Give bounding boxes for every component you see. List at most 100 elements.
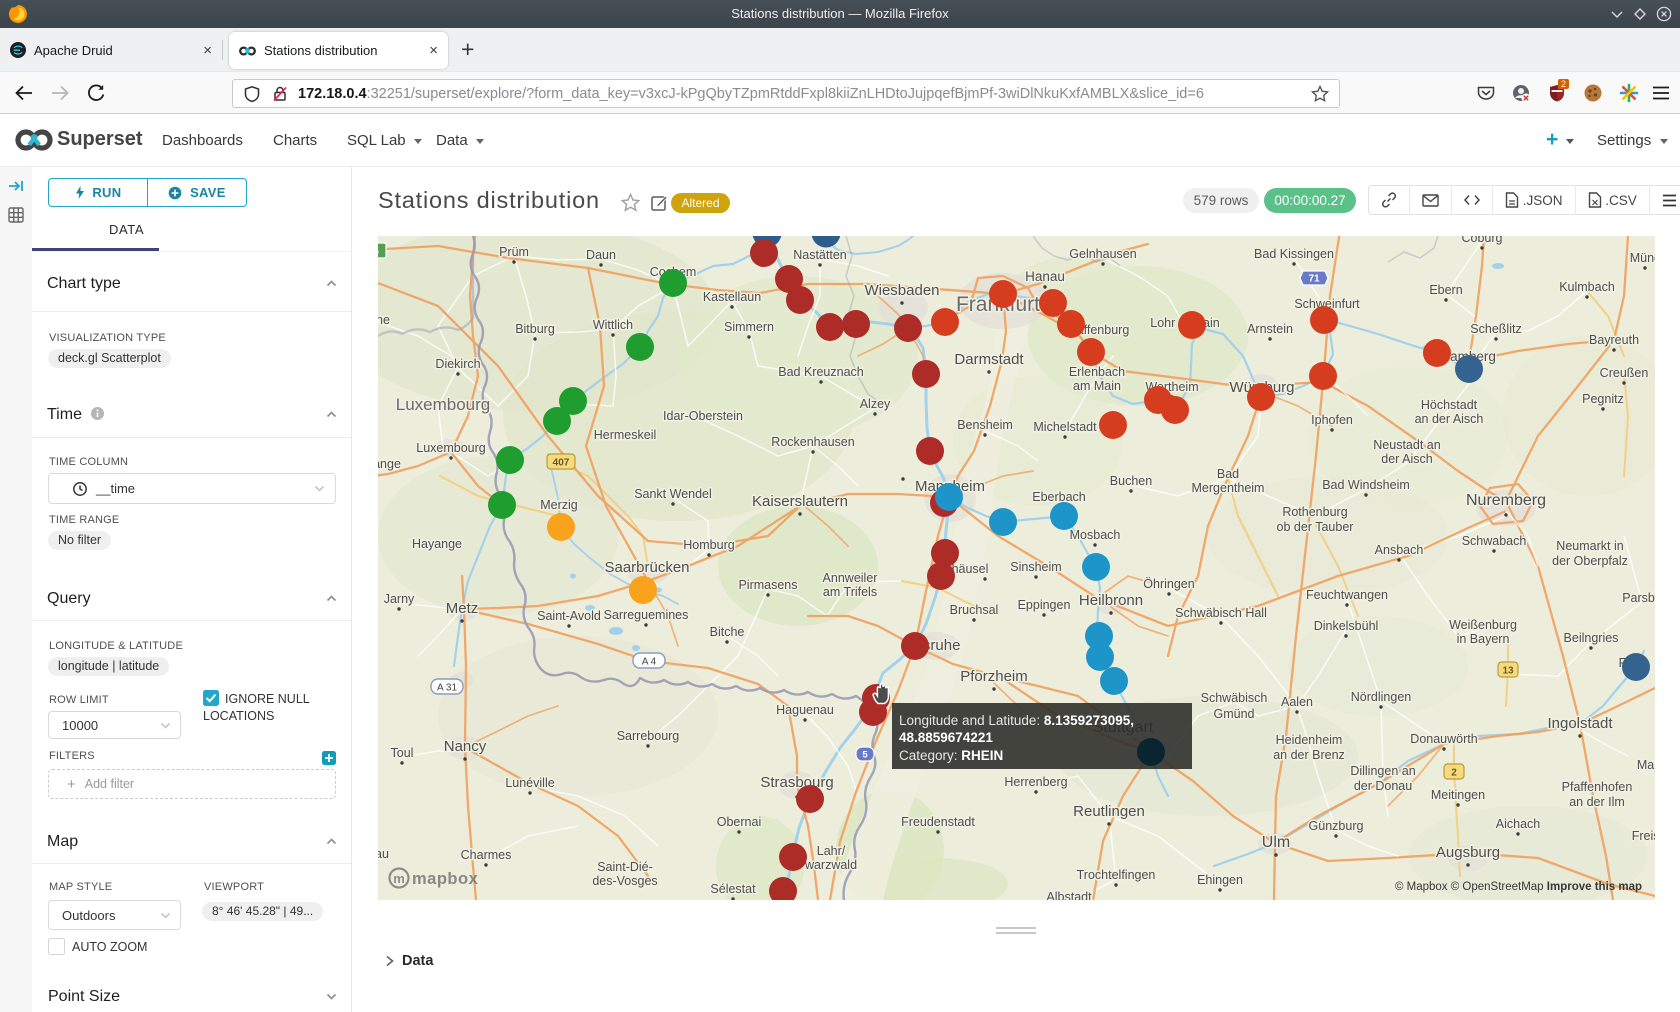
svg-text:Heidenheim: Heidenheim (1276, 733, 1343, 747)
svg-text:71: 71 (1308, 274, 1320, 285)
svg-text:mapbox: mapbox (412, 870, 479, 888)
svg-text:Sinsheim: Sinsheim (1010, 560, 1061, 574)
svg-text:Sankt Wendel: Sankt Wendel (634, 487, 712, 501)
svg-text:Arnstein: Arnstein (1247, 322, 1293, 336)
svg-text:Albstadt: Albstadt (1046, 890, 1092, 900)
svg-text:Aalen: Aalen (1281, 695, 1313, 709)
svg-text:Bad Kreuznach: Bad Kreuznach (778, 365, 864, 379)
svg-text:Hermeskeil: Hermeskeil (594, 428, 657, 442)
svg-text:Iphofen: Iphofen (1311, 413, 1353, 427)
svg-text:Dillingen an: Dillingen an (1350, 764, 1415, 778)
svg-text:© Mapbox © OpenStreetMap Impro: © Mapbox © OpenStreetMap Improve this ma… (1395, 881, 1642, 893)
svg-text:Münc: Münc (1630, 251, 1655, 265)
svg-text:Eppingen: Eppingen (1018, 598, 1071, 612)
svg-text:A 31: A 31 (437, 683, 457, 694)
svg-text:Sarreguemines: Sarreguemines (604, 608, 689, 622)
svg-text:407: 407 (553, 458, 570, 469)
svg-text:Hanau: Hanau (1025, 269, 1065, 284)
svg-text:Erlenbach: Erlenbach (1069, 365, 1125, 379)
svg-text:in Bayern: in Bayern (1457, 632, 1510, 646)
svg-text:häusel: häusel (952, 562, 989, 576)
svg-text:Simmern: Simmern (724, 320, 774, 334)
svg-text:2: 2 (1451, 768, 1457, 779)
svg-text:Kaiserslautern: Kaiserslautern (752, 493, 848, 510)
svg-text:Annweiler: Annweiler (823, 571, 878, 585)
svg-text:Bitche: Bitche (710, 625, 745, 639)
svg-text:Mosbach: Mosbach (1070, 528, 1121, 542)
svg-text:Neumarkt in: Neumarkt in (1556, 539, 1623, 553)
svg-text:Charmes: Charmes (461, 848, 512, 862)
svg-text:Ingolstadt: Ingolstadt (1547, 715, 1613, 732)
svg-text:Jarny: Jarny (384, 592, 415, 606)
svg-text:Augsburg: Augsburg (1436, 844, 1500, 861)
svg-text:ange: ange (378, 457, 401, 471)
svg-text:Sélestat: Sélestat (710, 882, 756, 896)
svg-text:warzwald: warzwald (804, 858, 857, 872)
svg-text:Idar-Oberstein: Idar-Oberstein (663, 409, 743, 423)
svg-text:Bad Windsheim: Bad Windsheim (1322, 478, 1410, 492)
svg-text:Creußen: Creußen (1600, 366, 1649, 380)
svg-text:ne: ne (378, 313, 390, 327)
svg-text:Pfaffenhofen: Pfaffenhofen (1562, 780, 1633, 794)
svg-text:Freisi: Freisi (1632, 829, 1655, 843)
svg-text:an der Aisch: an der Aisch (1415, 412, 1484, 426)
svg-text:Parsbe: Parsbe (1622, 591, 1655, 605)
svg-text:Trochtelfingen: Trochtelfingen (1077, 868, 1156, 882)
svg-text:ob der Tauber: ob der Tauber (1277, 520, 1354, 534)
svg-text:Merzig: Merzig (540, 498, 578, 512)
svg-text:Freudenstadt: Freudenstadt (901, 815, 975, 829)
svg-text:Bruchsal: Bruchsal (950, 603, 999, 617)
svg-text:Mergentheim: Mergentheim (1192, 481, 1265, 495)
svg-text:48.8859674221: 48.8859674221 (899, 730, 993, 745)
svg-text:Lunéville: Lunéville (505, 776, 554, 790)
svg-text:der Aisch: der Aisch (1381, 452, 1432, 466)
svg-text:Saarbrücken: Saarbrücken (604, 559, 689, 576)
svg-text:Gelnhausen: Gelnhausen (1069, 247, 1136, 261)
svg-text:Bayreuth: Bayreuth (1589, 333, 1639, 347)
svg-text:Strasbourg: Strasbourg (760, 774, 833, 791)
svg-text:Wiesbaden: Wiesbaden (864, 282, 939, 299)
svg-text:Bad Kissingen: Bad Kissingen (1254, 247, 1334, 261)
svg-text:Lahr/: Lahr/ (817, 844, 846, 858)
svg-text:Meitingen: Meitingen (1431, 788, 1485, 802)
svg-text:Aichach: Aichach (1496, 817, 1541, 831)
svg-text:Öhringen: Öhringen (1143, 577, 1194, 591)
svg-text:Saint-Avold: Saint-Avold (537, 609, 601, 623)
svg-text:Mair: Mair (1637, 758, 1655, 772)
svg-text:Daun: Daun (586, 248, 616, 262)
svg-text:m: m (393, 871, 405, 886)
svg-text:Diekirch: Diekirch (435, 357, 480, 371)
svg-text:Prüm: Prüm (499, 245, 529, 259)
svg-text:Buchen: Buchen (1110, 474, 1152, 488)
svg-text:Reutlingen: Reutlingen (1073, 803, 1145, 820)
svg-text:Rothenburg: Rothenburg (1282, 505, 1347, 519)
svg-text:A 4: A 4 (642, 657, 657, 668)
svg-text:Nördlingen: Nördlingen (1351, 690, 1412, 704)
svg-text:Nastätten: Nastätten (793, 248, 847, 262)
svg-text:am Main: am Main (1073, 379, 1121, 393)
svg-text:Sarrebourg: Sarrebourg (617, 729, 680, 743)
svg-text:Ulm: Ulm (1262, 834, 1290, 851)
svg-text:Pforzheim: Pforzheim (960, 668, 1028, 685)
svg-text:Günzburg: Günzburg (1309, 819, 1364, 833)
svg-text:Hayange: Hayange (412, 537, 462, 551)
svg-text:Gmünd: Gmünd (1214, 707, 1255, 721)
svg-text:13: 13 (1502, 666, 1514, 677)
svg-text:Bad: Bad (1217, 467, 1239, 481)
svg-text:Alzey: Alzey (860, 397, 891, 411)
svg-text:Ansbach: Ansbach (1375, 543, 1424, 557)
svg-text:5: 5 (862, 750, 868, 761)
svg-text:Pegnitz: Pegnitz (1582, 392, 1624, 406)
svg-text:Donauwörth: Donauwörth (1410, 732, 1477, 746)
svg-text:am Trifels: am Trifels (823, 585, 877, 599)
svg-text:der Oberpfalz: der Oberpfalz (1552, 554, 1628, 568)
svg-text:Scheßlitz: Scheßlitz (1470, 322, 1521, 336)
svg-text:Toul: Toul (391, 746, 414, 760)
svg-text:Homburg: Homburg (683, 538, 734, 552)
svg-text:der Donau: der Donau (1354, 779, 1412, 793)
svg-text:Herrenberg: Herrenberg (1004, 775, 1067, 789)
svg-text:Bitburg: Bitburg (515, 322, 555, 336)
svg-text:Rockenhausen: Rockenhausen (771, 435, 854, 449)
svg-text:Haguenau: Haguenau (776, 703, 834, 717)
svg-text:Metz: Metz (446, 600, 479, 617)
